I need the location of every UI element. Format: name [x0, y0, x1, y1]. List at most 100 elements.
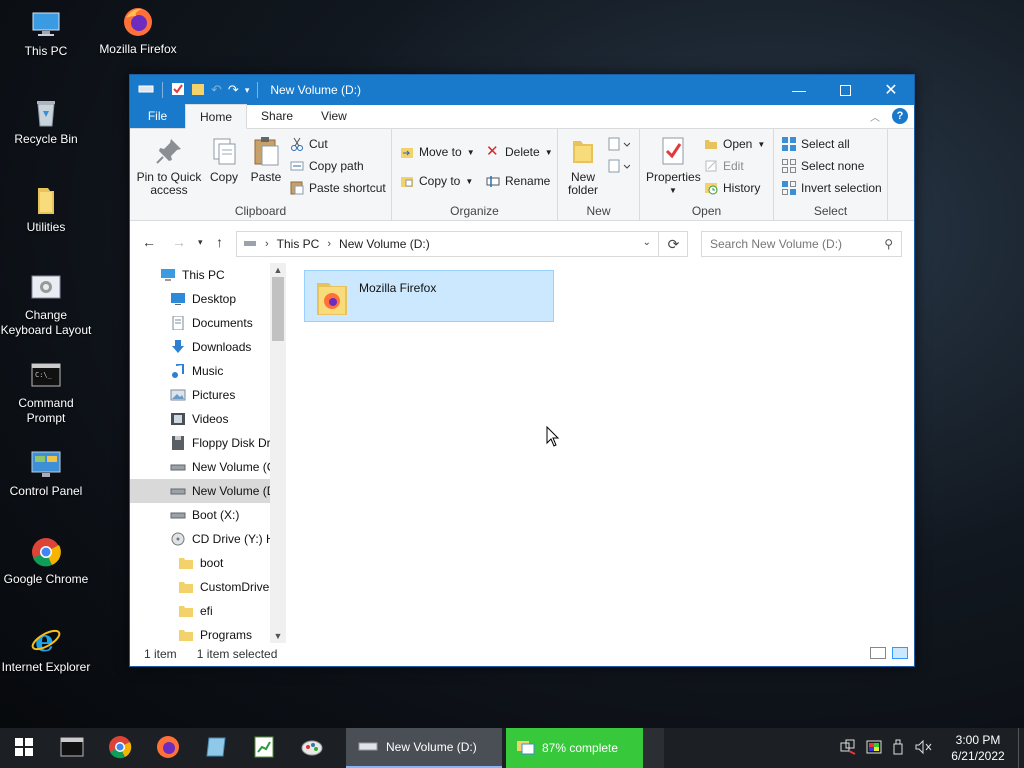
cut-button[interactable]: Cut [290, 134, 328, 154]
nav-item[interactable]: Documents [130, 311, 286, 335]
new-folder-quick-icon[interactable] [191, 82, 205, 99]
desktop-icon-recycle-bin[interactable]: Recycle Bin [0, 96, 92, 147]
up-button[interactable]: ↑ [216, 234, 223, 250]
nav-item[interactable]: Music [130, 359, 286, 383]
breadcrumb-new-volume[interactable]: New Volume (D:) [339, 237, 430, 251]
help-icon[interactable]: ? [892, 108, 908, 124]
taskbar-spreadsheet[interactable] [240, 728, 288, 768]
nav-item[interactable]: boot [130, 551, 286, 575]
pin-to-quick-access-button[interactable]: Pin to Quick access [136, 135, 202, 197]
tab-file[interactable]: File [130, 104, 185, 128]
paste-shortcut-button[interactable]: Paste shortcut [290, 178, 386, 198]
tab-view[interactable]: View [307, 104, 361, 128]
search-input[interactable]: Search New Volume (D:) ⚲ [701, 231, 902, 257]
new-item-icon[interactable] [608, 137, 631, 156]
taskbar-explorer-window[interactable]: New Volume (D:) [346, 728, 502, 768]
large-icons-view-icon[interactable] [892, 647, 908, 659]
taskbar-notepad[interactable] [192, 728, 240, 768]
history-button[interactable]: History [704, 178, 760, 198]
usb-drive-icon[interactable] [892, 739, 904, 758]
search-placeholder: Search New Volume (D:) [710, 237, 843, 251]
taskbar-copy-progress[interactable]: 87% complete [506, 728, 664, 768]
forward-button[interactable]: → [172, 234, 186, 250]
new-folder-button[interactable]: New folder [562, 135, 604, 197]
redo-icon[interactable]: ↷ [228, 82, 239, 98]
nav-item-label: Videos [192, 412, 229, 426]
desktop-icon-control-panel[interactable]: Control Panel [0, 448, 92, 499]
invert-selection-button[interactable]: Invert selection [782, 178, 882, 198]
desktop-icon-keyboard-layout[interactable]: Change Keyboard Layout [0, 272, 92, 338]
scroll-up-icon[interactable]: ▲ [270, 265, 286, 275]
undo-icon[interactable]: ↶ [211, 82, 222, 98]
nav-item[interactable]: Desktop [130, 287, 286, 311]
edit-button[interactable]: Edit [704, 156, 744, 176]
tab-home[interactable]: Home [185, 104, 248, 129]
scrollbar-thumb[interactable] [272, 277, 284, 341]
properties-quick-icon[interactable] [171, 82, 185, 99]
clock[interactable]: 3:00 PM 6/21/2022 [938, 732, 1018, 764]
taskbar-command-prompt[interactable] [48, 728, 96, 768]
select-all-button[interactable]: Select all [782, 134, 850, 154]
this-pc-icon [30, 8, 62, 40]
collapse-ribbon-icon[interactable]: ︿ [870, 109, 880, 124]
desktop-icon-utilities[interactable]: Utilities [0, 184, 92, 235]
desktop-icon-internet-explorer[interactable]: e Internet Explorer [0, 624, 92, 675]
rename-button[interactable]: Rename [486, 171, 550, 191]
copy-to-button[interactable]: Copy to ▼ [400, 171, 473, 191]
taskbar-paint[interactable] [288, 728, 336, 768]
open-button[interactable]: Open ▼ [704, 134, 765, 154]
nav-item[interactable]: Boot (X:) [130, 503, 286, 527]
delete-button[interactable]: ✕ Delete ▼ [486, 142, 553, 162]
start-button[interactable] [0, 728, 48, 768]
title-bar[interactable]: ↶ ↷ ▾ New Volume (D:) — ✕ [130, 75, 914, 105]
minimize-button[interactable]: — [776, 75, 822, 105]
network-icon[interactable] [840, 739, 856, 758]
copy-button[interactable]: Copy [206, 135, 242, 184]
desktop-icon-this-pc[interactable]: This PC [0, 8, 92, 59]
nav-item[interactable]: CD Drive (Y:) H [130, 527, 286, 551]
copy-path-button[interactable]: Copy path [290, 156, 364, 176]
nav-item[interactable]: Downloads [130, 335, 286, 359]
nav-item[interactable]: Floppy Disk Dri [130, 431, 286, 455]
file-item[interactable]: Mozilla Firefox [304, 270, 554, 322]
taskbar-firefox[interactable] [144, 728, 192, 768]
drive-icon [170, 460, 186, 474]
address-dropdown-icon[interactable]: ⌄ [643, 237, 651, 248]
desktop-icon-command-prompt[interactable]: C:\_ Command Prompt [0, 360, 92, 426]
taskbar-chrome[interactable] [96, 728, 144, 768]
select-none-button[interactable]: Select none [782, 156, 864, 176]
customize-toolbar-icon[interactable]: ▾ [245, 85, 250, 96]
file-explorer-window[interactable]: ↶ ↷ ▾ New Volume (D:) — ✕ File Home Shar… [129, 74, 915, 667]
tab-share[interactable]: Share [247, 104, 307, 128]
maximize-button[interactable] [822, 75, 868, 105]
easy-access-icon[interactable] [608, 159, 631, 178]
show-desktop-button[interactable] [1018, 728, 1024, 768]
desktop-icon-firefox[interactable]: Mozilla Firefox [92, 6, 184, 57]
nav-item[interactable]: efi [130, 599, 286, 623]
refresh-button[interactable]: ⟳ [658, 231, 688, 257]
nav-item[interactable]: New Volume (D [130, 479, 286, 503]
nav-item[interactable]: This PC [130, 263, 286, 287]
address-bar[interactable]: › This PC › New Volume (D:) ⌄ [236, 231, 688, 257]
nav-item[interactable]: CustomDrive [130, 575, 286, 599]
nav-item[interactable]: New Volume (C [130, 455, 286, 479]
file-list[interactable]: Mozilla Firefox [294, 263, 914, 643]
details-view-icon[interactable] [870, 647, 886, 659]
volume-muted-icon[interactable] [914, 739, 932, 758]
desktop-icon-chrome[interactable]: Google Chrome [0, 536, 92, 587]
properties-button[interactable]: Properties ▼ [646, 135, 701, 197]
close-button[interactable]: ✕ [868, 75, 914, 105]
back-button[interactable]: ← [142, 234, 156, 250]
recent-locations-button[interactable]: ▾ [198, 237, 203, 248]
scroll-down-icon[interactable]: ▼ [270, 631, 286, 641]
nav-item[interactable]: Pictures [130, 383, 286, 407]
navigation-scrollbar[interactable]: ▲ ▼ [270, 263, 286, 643]
move-to-button[interactable]: Move to ▼ [400, 142, 475, 162]
display-icon[interactable] [866, 739, 882, 758]
breadcrumb-this-pc[interactable]: This PC [277, 237, 320, 251]
paste-button[interactable]: Paste [248, 135, 284, 184]
nav-item[interactable]: Videos [130, 407, 286, 431]
navigation-pane[interactable]: This PC Desktop Documents Downloads Music Pic… [130, 263, 286, 643]
copy-icon [208, 135, 240, 167]
nav-item[interactable]: Programs [130, 623, 286, 643]
